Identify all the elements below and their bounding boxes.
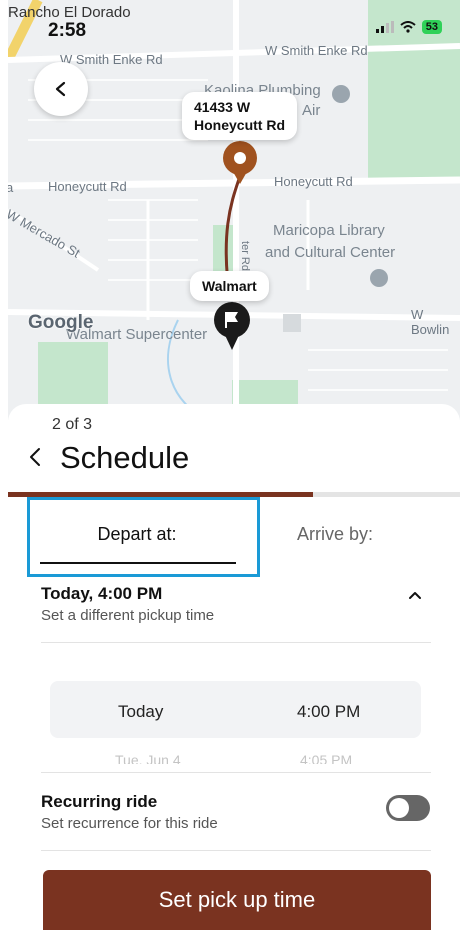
picker-selected-day[interactable]: Today — [118, 702, 163, 722]
pickup-time-summary[interactable]: Today, 4:00 PM — [41, 584, 162, 604]
street-label: Honeycutt Rd — [48, 179, 127, 194]
map-back-button[interactable] — [34, 62, 88, 116]
map-view[interactable]: W Smith Enke Rd W Smith Enke Rd Honeycut… — [8, 0, 460, 420]
street-label: Honeycutt Rd — [274, 174, 353, 189]
recurring-ride-toggle[interactable] — [386, 795, 430, 821]
pickup-time-subtitle: Set a different pickup time — [41, 607, 215, 624]
dropoff-callout[interactable]: Walmart — [190, 271, 269, 301]
poi-label: Maricopa Library — [273, 222, 385, 239]
tab-active-underline — [40, 562, 236, 564]
battery-icon: 53 — [421, 20, 442, 34]
poi-label: Air — [302, 102, 321, 119]
signal-icon — [375, 21, 394, 33]
street-label: W Bowlin — [411, 307, 450, 337]
toggle-knob — [389, 798, 409, 818]
step-indicator: 2 of 3 — [52, 416, 93, 433]
google-logo: Google — [28, 312, 94, 333]
divider — [41, 850, 431, 851]
status-icons: 53 — [375, 20, 442, 34]
street-label: a — [8, 180, 14, 195]
tab-depart-at[interactable]: Depart at: — [40, 524, 234, 545]
chevron-left-icon — [30, 448, 40, 466]
tab-arrive-by[interactable]: Arrive by: — [270, 524, 400, 545]
chevron-left-icon — [55, 81, 66, 97]
recurring-ride-subtitle: Set recurrence for this ride — [41, 815, 218, 832]
street-label: ter Rd — [238, 241, 251, 271]
street-label: W Smith Enke Rd — [265, 43, 368, 58]
status-bar: Rancho El Dorado 2:58 53 — [8, 0, 460, 44]
divider — [41, 642, 431, 643]
chevron-up-icon — [409, 592, 421, 599]
status-place-label: Rancho El Dorado — [8, 4, 131, 21]
time-picker[interactable] — [50, 681, 421, 738]
recurring-ride-title: Recurring ride — [41, 792, 158, 811]
schedule-back-button[interactable] — [28, 446, 42, 474]
street-label: W Smith Enke Rd — [60, 52, 163, 67]
pickup-callout[interactable]: 41433 W Honeycutt Rd — [182, 92, 297, 140]
picker-next-time[interactable]: 4:05 PM — [300, 752, 352, 764]
pickup-callout-line1: 41433 W — [194, 99, 251, 115]
page-title: Schedule — [60, 440, 190, 475]
picker-next-day[interactable]: Tue, Jun 4 — [115, 752, 181, 764]
wifi-icon — [400, 21, 416, 33]
status-time: 2:58 — [48, 20, 87, 41]
set-pickup-time-button[interactable]: Set pick up time — [43, 870, 431, 930]
bottom-sheet — [8, 404, 460, 930]
collapse-toggle[interactable] — [408, 584, 422, 605]
poi-label: and Cultural Center — [265, 244, 396, 261]
pickup-callout-line2: Honeycutt Rd — [194, 117, 285, 133]
divider — [41, 772, 431, 773]
picker-selected-time[interactable]: 4:00 PM — [297, 702, 360, 722]
